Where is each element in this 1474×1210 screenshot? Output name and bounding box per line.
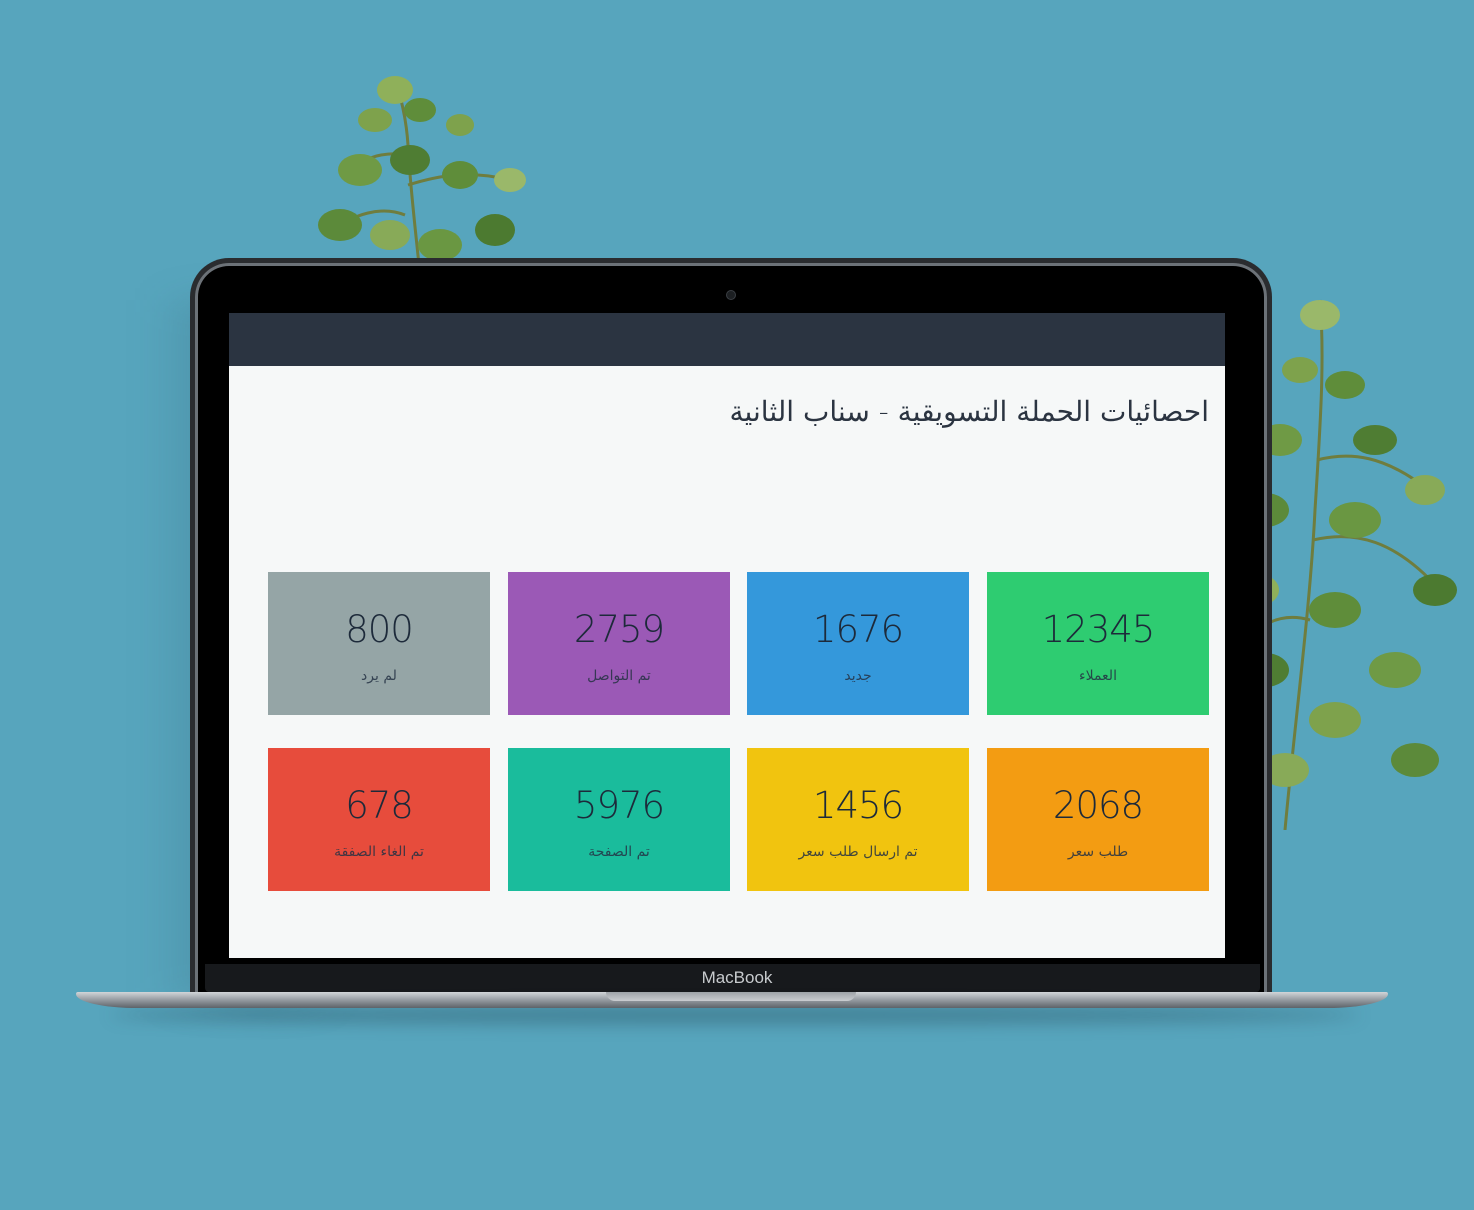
- laptop-notch: [606, 992, 856, 1001]
- screen: احصائيات الحملة التسويقية - سناب الثانية…: [229, 313, 1225, 958]
- stat-label: جديد: [844, 668, 872, 684]
- camera-icon: [727, 291, 735, 299]
- stat-value: 1456: [812, 784, 904, 827]
- stat-value: 800: [345, 608, 414, 651]
- stat-label: لم يرد: [361, 668, 397, 684]
- stat-card-no-reply[interactable]: 800 لم يرد: [268, 572, 490, 715]
- page-title: احصائيات الحملة التسويقية - سناب الثانية: [729, 395, 1210, 428]
- stat-value: 2068: [1052, 784, 1144, 827]
- stat-card-deal-cancelled[interactable]: 678 تم الغاء الصفقة: [268, 748, 490, 891]
- stat-label: العملاء: [1079, 668, 1117, 684]
- plant-top-decoration: [318, 76, 526, 275]
- stat-card-contacted[interactable]: 2759 تم التواصل: [508, 572, 730, 715]
- stat-label: تم الغاء الصفقة: [334, 844, 424, 860]
- stat-card-deal-done[interactable]: 5976 تم الصفحة: [508, 748, 730, 891]
- stat-label: طلب سعر: [1067, 844, 1129, 860]
- stat-label: تم ارسال طلب سعر: [798, 844, 918, 860]
- stat-value: 678: [345, 784, 414, 827]
- stat-value: 2759: [573, 608, 665, 651]
- stat-value: 5976: [573, 784, 665, 827]
- stat-value: 1676: [812, 608, 904, 651]
- top-navbar: [229, 313, 1225, 366]
- stat-value: 12345: [1041, 608, 1156, 651]
- stat-card-new[interactable]: 1676 جديد: [747, 572, 969, 715]
- brand-label: MacBook: [701, 968, 773, 987]
- stat-card-quote-sent[interactable]: 1456 تم ارسال طلب سعر: [747, 748, 969, 891]
- stat-label: تم التواصل: [587, 668, 651, 684]
- stat-card-customers[interactable]: 12345 العملاء: [987, 572, 1209, 715]
- base-shadow: [110, 1006, 1360, 1024]
- stat-label: تم الصفحة: [588, 844, 650, 860]
- stat-card-quote-request[interactable]: 2068 طلب سعر: [987, 748, 1209, 891]
